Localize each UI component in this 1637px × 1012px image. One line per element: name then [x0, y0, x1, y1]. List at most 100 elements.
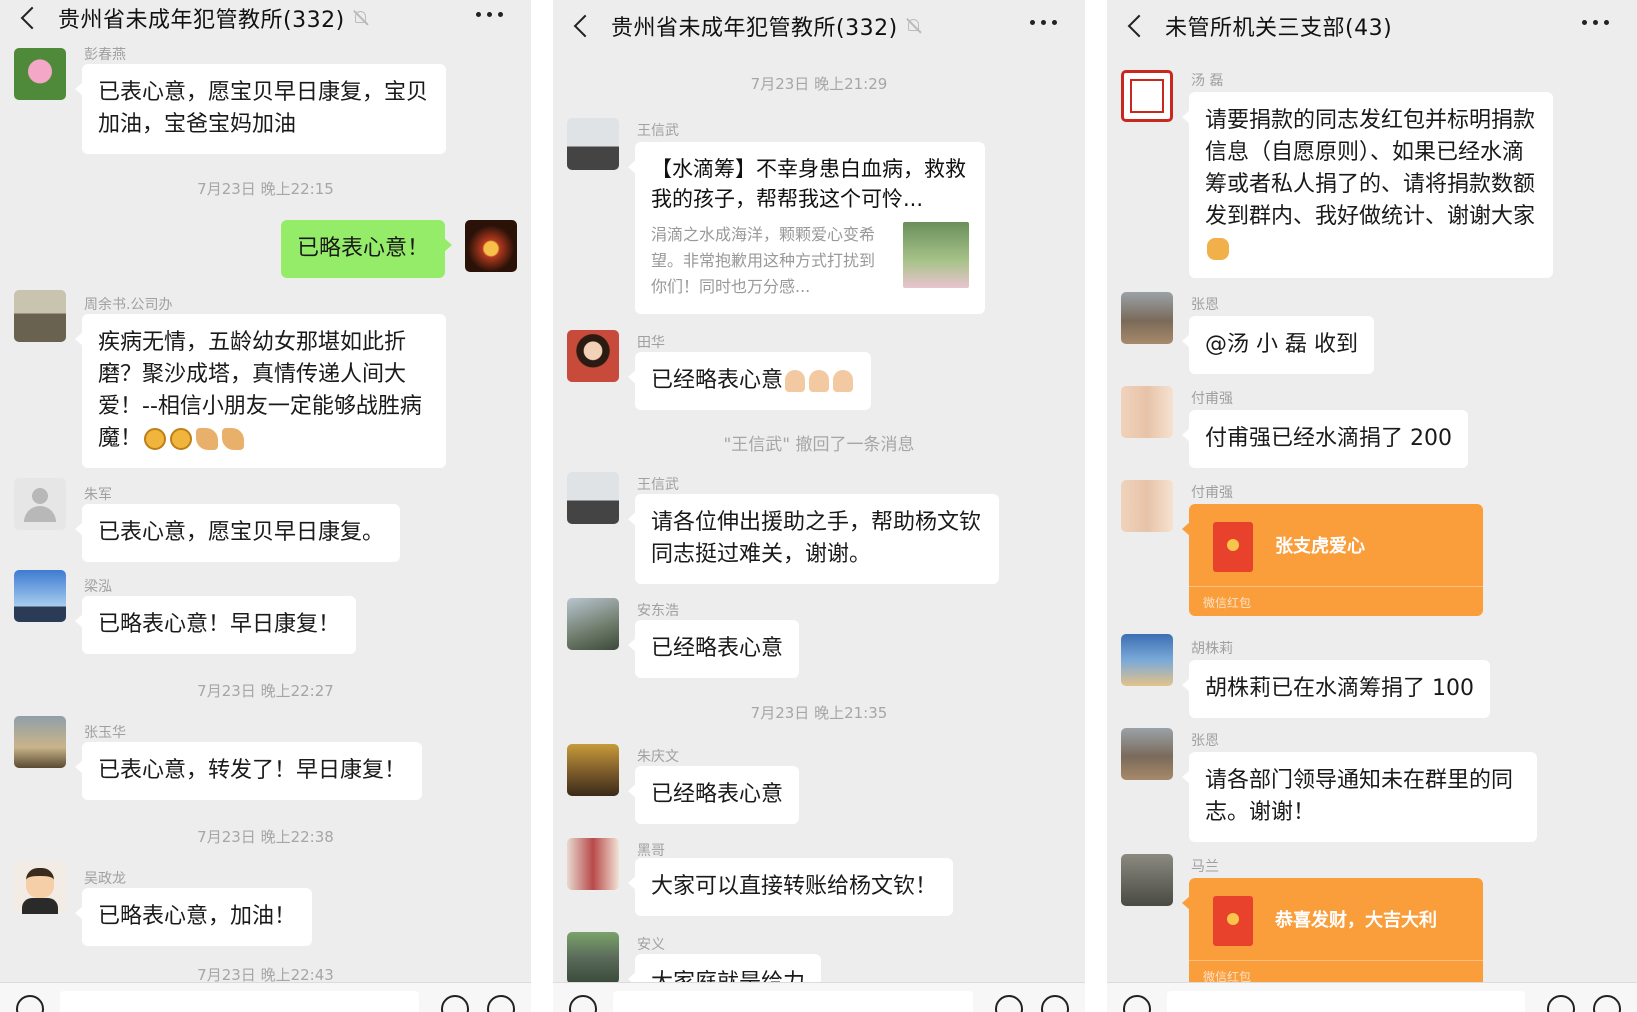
chat-title: 贵州省未成年犯管教所(332): [611, 16, 898, 41]
message-bubble[interactable]: 胡株莉已在水滴筹捐了 100: [1182, 660, 1490, 718]
message-line: 爱！--相信小朋友一定能够战胜病: [98, 394, 422, 419]
message-bubble[interactable]: 已表心意，愿宝贝早日康复，宝贝 加油，宝爸宝妈加油: [75, 64, 446, 154]
avatar[interactable]: [1121, 634, 1173, 686]
avatar[interactable]: [14, 862, 66, 914]
message-line: 请要捐款的同志发红包并标明捐款: [1205, 108, 1536, 133]
avatar[interactable]: [1121, 292, 1173, 344]
sender-name: 张恩: [1191, 297, 1219, 313]
message-bubble[interactable]: 请各部门领导通知未在群里的同 志。谢谢！: [1182, 752, 1537, 842]
avatar[interactable]: [567, 744, 619, 796]
handshake-emoji-icon: [1207, 238, 1229, 260]
my-message-bubble[interactable]: 已略表心意！: [280, 220, 453, 278]
flexed-arm-emoji-icon: [196, 428, 219, 450]
message-line: 已经略表心意: [651, 368, 784, 393]
default-avatar-icon[interactable]: [14, 478, 66, 530]
more-options-icon[interactable]: [1030, 20, 1057, 25]
message-bubble[interactable]: 请各位伸出援助之手，帮助杨文钦 同志挺过难关，谢谢。: [628, 494, 999, 584]
avatar[interactable]: [14, 48, 66, 100]
voice-icon[interactable]: [1123, 995, 1151, 1012]
timestamp: 7月23日 晚上22:38: [197, 828, 334, 846]
avatar[interactable]: [567, 330, 619, 382]
message-bubble[interactable]: 已略表心意，加油！: [74, 888, 313, 946]
back-arrow-icon[interactable]: [573, 14, 597, 38]
red-packet-message: 恭喜发财，大吉大利: [1275, 910, 1437, 931]
chat-header: 未管所机关三支部(43): [1107, 0, 1637, 52]
message-bubble[interactable]: 已经略表心意: [627, 766, 800, 824]
voice-icon[interactable]: [569, 995, 597, 1012]
sender-name: 梁泓: [84, 579, 112, 595]
flexed-arm-emoji-icon: [222, 428, 245, 450]
mute-bell-icon: [905, 18, 922, 34]
chat-header: 贵州省未成年犯管教所(332): [553, 0, 1085, 52]
recall-notice: "王信武" 撤回了一条消息: [723, 435, 915, 455]
avatar[interactable]: [567, 118, 619, 170]
plus-icon[interactable]: [487, 995, 515, 1012]
link-thumbnail: [903, 222, 969, 288]
fist-emoji-icon: [170, 428, 193, 450]
back-arrow-icon[interactable]: [1127, 14, 1151, 38]
link-description: 涓滴之水成海洋，颗颗爱心变希望。非常抱歉用这种方式打扰到你们！同时也万分感...: [651, 225, 876, 296]
back-arrow-icon[interactable]: [20, 6, 44, 30]
message-line: 加油，宝爸宝妈加油: [98, 112, 297, 137]
red-packet-label: 微信红包: [1189, 586, 1483, 616]
praying-hands-emoji-icon: [809, 370, 830, 392]
more-options-icon[interactable]: [1582, 20, 1609, 25]
avatar[interactable]: [14, 716, 66, 768]
sender-name: 朱军: [84, 487, 112, 503]
link-title: 【水滴筹】不幸身患白血病，救救我的孩子，帮帮我这个可怜...: [651, 157, 966, 211]
sender-name: 田华: [637, 335, 665, 351]
avatar[interactable]: [14, 570, 66, 622]
avatar[interactable]: [567, 932, 619, 984]
plus-icon[interactable]: [1041, 995, 1069, 1012]
message-input[interactable]: [60, 991, 419, 1012]
red-packet-card[interactable]: 张支虎爱心 微信红包: [1182, 504, 1483, 616]
message-bubble[interactable]: 已略表心意！早日康复！: [74, 596, 357, 654]
avatar[interactable]: [567, 472, 619, 524]
input-bar: [0, 982, 531, 1012]
message-bubble[interactable]: 已表心意，转发了！早日康复！: [74, 742, 423, 800]
emoji-icon[interactable]: [441, 995, 469, 1012]
message-bubble[interactable]: 请要捐款的同志发红包并标明捐款 信息（自愿原则）、如果已经水滴 筹或者私人捐了的…: [1182, 92, 1553, 278]
seal-avatar[interactable]: [1121, 70, 1173, 122]
sender-name: 王信武: [637, 123, 679, 139]
red-packet-card[interactable]: 恭喜发财，大吉大利 微信红包: [1182, 878, 1483, 990]
avatar[interactable]: [1121, 728, 1173, 780]
red-envelope-icon: [1213, 896, 1253, 946]
chat-window-1: 贵州省未成年犯管教所(332) 彭春燕 已表心意，愿宝贝早日康复，宝贝 加油，宝…: [0, 0, 531, 1012]
avatar[interactable]: [567, 598, 619, 650]
message-line: 请各位伸出援助之手，帮助杨文钦: [651, 510, 982, 535]
message-bubble[interactable]: @汤 小 磊 收到: [1182, 316, 1374, 374]
sender-name: 安义: [637, 937, 665, 953]
avatar[interactable]: [567, 838, 619, 890]
message-bubble[interactable]: 已表心意，愿宝贝早日康复。: [74, 504, 401, 562]
emoji-icon[interactable]: [1547, 995, 1575, 1012]
plus-icon[interactable]: [1593, 995, 1621, 1012]
message-line: 同志挺过难关，谢谢。: [651, 542, 872, 567]
more-options-icon[interactable]: [476, 12, 503, 17]
sender-name: 张玉华: [84, 725, 126, 741]
avatar[interactable]: [1121, 480, 1173, 532]
message-bubble[interactable]: 已经略表心意: [627, 620, 800, 678]
sender-name: 张恩: [1191, 733, 1219, 749]
message-line: 信息（自愿原则）、如果已经水滴: [1205, 140, 1525, 165]
message-bubble[interactable]: 付甫强已经水滴捐了 200: [1182, 410, 1468, 468]
message-line: 魔！: [98, 426, 143, 451]
chat-window-3: 未管所机关三支部(43) 汤 磊 请要捐款的同志发红包并标明捐款 信息（自愿原则…: [1107, 0, 1637, 1012]
my-avatar[interactable]: [465, 220, 517, 272]
message-bubble[interactable]: 已经略表心意: [627, 352, 872, 410]
message-bubble[interactable]: 大家可以直接转账给杨文钦！: [627, 858, 954, 916]
avatar[interactable]: [14, 290, 66, 342]
message-input[interactable]: [1167, 991, 1525, 1012]
sender-name: 汤 磊: [1191, 73, 1224, 89]
avatar[interactable]: [1121, 854, 1173, 906]
chat-header: 贵州省未成年犯管教所(332): [0, 0, 531, 44]
sender-name: 付甫强: [1191, 391, 1233, 407]
message-input[interactable]: [613, 991, 973, 1012]
message-bubble[interactable]: 疾病无情，五龄幼女那堪如此折 磨？聚沙成塔，真情传递人间大 爱！--相信小朋友一…: [75, 314, 446, 468]
avatar[interactable]: [1121, 386, 1173, 438]
chat-window-2: 贵州省未成年犯管教所(332) 7月23日 晚上21:29 王信武 【水滴筹】不…: [553, 0, 1085, 1012]
chat-title: 贵州省未成年犯管教所(332): [58, 8, 345, 33]
link-card[interactable]: 【水滴筹】不幸身患白血病，救救我的孩子，帮帮我这个可怜... 涓滴之水成海洋，颗…: [628, 142, 985, 314]
voice-icon[interactable]: [16, 995, 44, 1012]
emoji-icon[interactable]: [995, 995, 1023, 1012]
